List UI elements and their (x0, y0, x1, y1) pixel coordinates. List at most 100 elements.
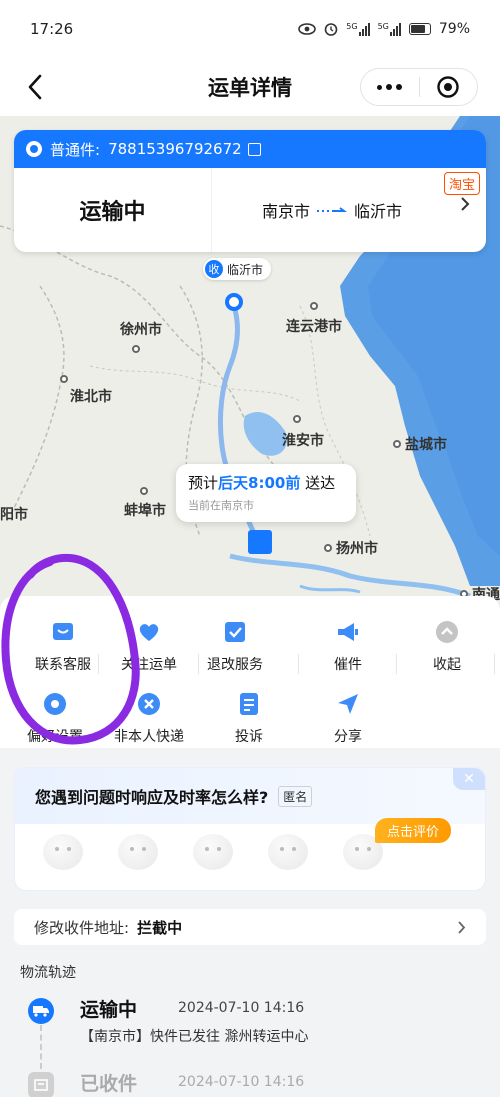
action-label: 退改服务 (207, 657, 263, 673)
current-location: 当前在南京市 (188, 499, 254, 512)
intercept-status: 拦截中 (137, 918, 183, 937)
map-city: 盐城市 (393, 434, 447, 454)
eta-suffix: 送达 (305, 474, 336, 492)
map-city: 徐州市 (120, 322, 162, 338)
urge-button[interactable]: 催件 (293, 618, 403, 674)
map-city: 淮安市 (282, 433, 324, 449)
share-icon (338, 694, 358, 714)
status-bar: 17:26 5G 5G 79% (0, 0, 500, 58)
chevron-right-icon (458, 920, 466, 934)
action-label: 收起 (433, 657, 461, 673)
close-rating-button[interactable]: ✕ (453, 768, 485, 790)
truck-marker-icon (248, 530, 272, 554)
system-icons: 5G 5G 79% (298, 21, 470, 37)
eta-prefix: 预计 (188, 474, 219, 492)
shipment-card[interactable]: 普通件: 78815396792672 运输中 南京市 临沂市 淘宝 (14, 130, 486, 252)
network-1-label: 5G (346, 22, 358, 31)
map-city: 蚌埠市 (124, 503, 166, 519)
destination-city: 临沂市 (354, 202, 403, 221)
service-type-icon (26, 141, 42, 157)
route-arrow-icon (317, 207, 348, 212)
anonymous-badge: 匿名 (278, 785, 313, 807)
shipment-card-header: 普通件: 78815396792672 (14, 130, 486, 168)
service-type-label: 普通件: (50, 140, 101, 159)
action-divider (298, 654, 299, 674)
receive-badge: 收 (205, 260, 223, 278)
rating-card: 您遇到问题时响应及时率怎么样? 匿名 ✕ 点击评价 (14, 767, 486, 891)
collapse-icon (436, 621, 458, 643)
not-my-package-button[interactable]: 非本人快递 (94, 690, 204, 746)
event-status: 已收件 (80, 1073, 138, 1095)
map-city: 连云港市 (286, 319, 342, 335)
chevron-left-icon (28, 74, 42, 100)
settings-icon (44, 693, 66, 715)
target-icon (437, 76, 459, 98)
bad-face-icon[interactable] (118, 834, 158, 870)
complaint-button[interactable]: 投诉 (194, 690, 304, 746)
close-miniprogram-button[interactable] (420, 69, 478, 105)
action-label: 关注运单 (121, 657, 177, 673)
action-divider (198, 654, 199, 674)
event-status: 运输中 (80, 999, 138, 1021)
eta-bubble: 预计后天8:00前 送达 当前在南京市 (176, 464, 356, 522)
title-bar: 运单详情 (0, 58, 500, 116)
network-2-label: 5G (377, 22, 389, 31)
refund-change-service-button[interactable]: 退改服务 (180, 618, 290, 674)
rating-header: 您遇到问题时响应及时率怎么样? 匿名 (15, 768, 485, 824)
more-button[interactable] (361, 69, 419, 105)
receive-city: 临沂市 (227, 262, 264, 277)
action-divider (98, 654, 99, 674)
back-button[interactable] (18, 70, 52, 104)
package-icon (28, 1072, 54, 1097)
heart-icon (139, 624, 159, 641)
megaphone-icon (338, 623, 358, 641)
shipment-route[interactable]: 南京市 临沂市 淘宝 (212, 168, 486, 252)
map-city: 扬州市 (324, 538, 378, 558)
x-icon (138, 693, 160, 715)
map-city (293, 412, 305, 428)
rating-question: 您遇到问题时响应及时率怎么样? (35, 788, 269, 807)
timeline-connector (40, 1025, 42, 1069)
alarm-icon (324, 23, 338, 36)
eye-icon (298, 23, 317, 35)
good-face-icon[interactable] (268, 834, 308, 870)
neutral-face-icon[interactable] (193, 834, 233, 870)
map-city (140, 484, 152, 500)
action-label: 催件 (334, 657, 362, 673)
eta-line: 预计后天8:00前 送达 (188, 472, 344, 493)
action-label: 非本人快递 (114, 729, 184, 745)
status-time: 17:26 (30, 20, 74, 38)
action-divider (396, 654, 397, 674)
logistics-title: 物流轨迹 (20, 965, 76, 981)
receive-marker: 收 临沂市 (203, 258, 272, 280)
origin-city: 南京市 (262, 202, 311, 221)
tracking-number: 78815396792672 (108, 140, 242, 158)
action-divider (494, 654, 495, 674)
signal-2-icon: 5G (378, 22, 401, 36)
collapse-button[interactable]: 收起 (392, 618, 500, 674)
chevron-right-icon (461, 197, 470, 211)
copy-icon[interactable] (247, 142, 261, 156)
map-city-dot (132, 342, 144, 358)
action-label: 联系客服 (35, 657, 91, 673)
rating-faces (43, 834, 383, 870)
map-city (310, 299, 322, 315)
modify-address-label: 修改收件地址: (34, 918, 130, 937)
eta-time: 后天8:00前 (218, 474, 301, 492)
very-bad-face-icon[interactable] (43, 834, 83, 870)
check-icon (225, 622, 245, 642)
map-city: 淮北市 (70, 389, 112, 405)
shipment-card-body: 运输中 南京市 临沂市 淘宝 (14, 168, 486, 252)
signal-1-icon: 5G (346, 22, 370, 36)
event-time: 2024-07-10 14:16 (178, 1074, 305, 1090)
share-button[interactable]: 分享 (293, 690, 403, 746)
mini-program-capsule (360, 68, 478, 106)
complaint-icon (240, 693, 258, 715)
battery-percent: 79% (438, 21, 470, 37)
battery-icon (408, 23, 431, 35)
rate-now-button[interactable]: 点击评价 (375, 818, 452, 843)
map-city: 阳市 (0, 507, 28, 523)
action-label: 投诉 (235, 729, 263, 745)
event-time: 2024-07-10 14:16 (178, 1000, 305, 1016)
modify-address-row[interactable]: 修改收件地址: 拦截中 (14, 909, 486, 945)
